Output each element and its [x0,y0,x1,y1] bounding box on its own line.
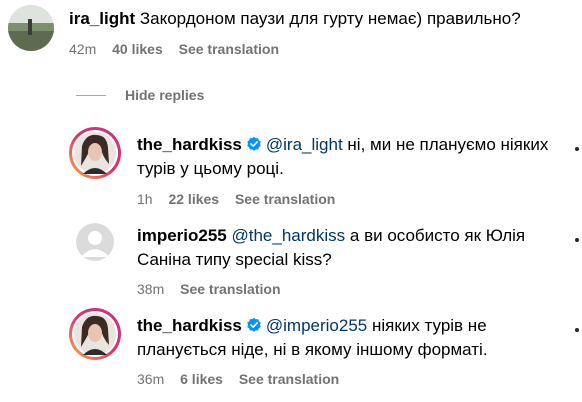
avatar-default[interactable] [76,223,114,261]
more-options-icon[interactable] [574,237,582,243]
hide-replies-label[interactable]: Hide replies [125,87,204,103]
avatar[interactable] [8,5,54,51]
avatar-story-ring[interactable] [68,307,122,361]
see-translation-link[interactable]: See translation [179,41,279,57]
comment-time: 1h [137,191,153,207]
mention-link[interactable]: @ira_light [266,135,343,154]
comment-username[interactable]: the_hardkiss [137,135,242,154]
comment-text: Закордоном паузи для гурту немає) правил… [139,9,521,28]
comment-username[interactable]: ira_light [69,9,135,28]
mention-link[interactable]: @imperio255 [266,316,367,335]
comment-username[interactable]: imperio255 [137,226,227,245]
likes-count[interactable]: 22 likes [168,191,219,207]
verified-badge-icon [247,136,261,151]
comment-time: 38m [137,281,165,297]
verified-badge-icon [247,317,261,332]
comment-text-continued: турів у цьому році. [137,159,284,178]
comment-text: ніяких турів не [372,316,487,335]
hide-replies-toggle[interactable]: Hide replies [76,86,204,104]
comment-time: 36m [137,371,165,387]
comment-time: 42m [69,41,97,57]
see-translation-link[interactable]: See translation [239,371,339,387]
more-options-icon[interactable] [574,146,582,152]
comment-text-continued: планується ніде, ні в якому іншому форма… [137,340,488,359]
likes-count[interactable]: 6 likes [180,371,223,387]
see-translation-link[interactable]: See translation [180,281,280,297]
avatar-story-ring[interactable] [68,126,122,180]
more-options-icon[interactable] [574,327,582,333]
hide-replies-divider [76,94,106,96]
comment-text: а ви особисто як Юлія [349,226,526,245]
likes-count[interactable]: 40 likes [112,41,163,57]
comment-text-continued: Саніна типу special kiss? [137,250,332,269]
comment-text: ні, ми не плануємо ніяких [347,135,549,154]
see-translation-link[interactable]: See translation [235,191,335,207]
mention-link[interactable]: @the_hardkiss [232,226,346,245]
comment-username[interactable]: the_hardkiss [137,316,242,335]
